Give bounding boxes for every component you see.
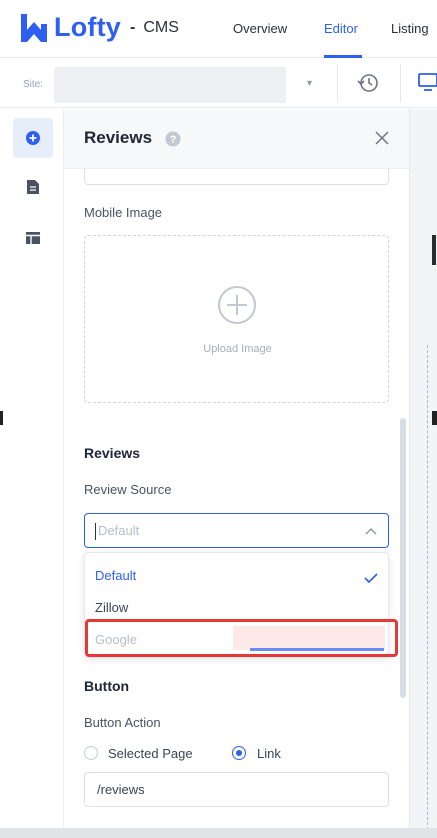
- help-icon[interactable]: ?: [165, 131, 181, 147]
- mobile-image-label: Mobile Image: [84, 205, 163, 220]
- product-name: - CMS: [130, 19, 179, 37]
- add-circle-icon: [26, 131, 40, 145]
- brand-name: Lofty: [54, 11, 121, 42]
- nav-listing[interactable]: Listing: [391, 21, 429, 36]
- settings-panel: Reviews ? Mobile Image Upload Image Revi…: [64, 109, 409, 838]
- page-icon: [27, 180, 39, 194]
- panel-header: Reviews ?: [64, 109, 409, 169]
- button-section-title: Button: [84, 678, 130, 694]
- left-resize-handle[interactable]: [0, 411, 3, 425]
- button-action-label: Button Action: [84, 715, 161, 730]
- canvas-edge-marker: [432, 235, 436, 265]
- nav-overview[interactable]: Overview: [233, 21, 287, 36]
- canvas-resize-handle[interactable]: [432, 411, 437, 425]
- option-default[interactable]: Default: [95, 568, 136, 583]
- mobile-image-upload[interactable]: Upload Image: [84, 235, 389, 403]
- svg-text:?: ?: [170, 134, 177, 146]
- review-source-label: Review Source: [84, 482, 172, 497]
- product-label: CMS: [143, 19, 179, 36]
- layout-icon: [26, 232, 40, 244]
- link-input[interactable]: /reviews: [84, 772, 389, 807]
- lofty-logo-icon: [21, 14, 47, 42]
- radio-selected-page[interactable]: [84, 746, 98, 760]
- review-source-placeholder: Default: [98, 523, 140, 538]
- rail-add-button[interactable]: [13, 118, 53, 158]
- radio-link[interactable]: [232, 746, 246, 760]
- previous-upload-box[interactable]: [84, 169, 389, 185]
- toolbar-divider: [337, 64, 338, 102]
- text-cursor: [95, 523, 96, 540]
- product-separator: -: [130, 19, 136, 36]
- rail-layout-button[interactable]: [13, 218, 53, 258]
- plus-circle-icon: [218, 286, 256, 324]
- google-option-highlight: [85, 619, 398, 657]
- nav-editor[interactable]: Editor: [324, 21, 358, 36]
- canvas-guide-line: [427, 345, 428, 838]
- upload-image-text: Upload Image: [203, 343, 272, 355]
- site-label: Site:: [23, 79, 44, 90]
- close-icon[interactable]: [373, 129, 391, 147]
- radio-link-label[interactable]: Link: [257, 746, 281, 761]
- rail-pages-button[interactable]: [13, 167, 53, 207]
- site-caret-icon[interactable]: ▾: [307, 78, 312, 89]
- editor-canvas: [409, 109, 437, 838]
- check-icon: [364, 573, 378, 584]
- history-icon[interactable]: [356, 71, 380, 95]
- top-header: Lofty - CMS Overview Editor Listing: [0, 0, 437, 58]
- radio-selected-page-label[interactable]: Selected Page: [108, 746, 193, 761]
- toolbar-divider: [400, 64, 401, 102]
- site-select[interactable]: [54, 67, 286, 103]
- chevron-up-icon[interactable]: [365, 526, 377, 536]
- panel-scrollbar[interactable]: [400, 418, 406, 698]
- panel-title: Reviews: [84, 128, 153, 147]
- option-zillow[interactable]: Zillow: [95, 600, 128, 615]
- desktop-icon[interactable]: [418, 72, 437, 92]
- brand-logo[interactable]: Lofty: [18, 10, 121, 44]
- link-input-value: /reviews: [97, 782, 145, 797]
- left-rail: [0, 109, 64, 838]
- reviews-section-title: Reviews: [84, 445, 141, 461]
- nav-active-indicator: [324, 55, 362, 58]
- review-source-select[interactable]: Default: [84, 513, 389, 548]
- bottom-edge: [0, 828, 437, 838]
